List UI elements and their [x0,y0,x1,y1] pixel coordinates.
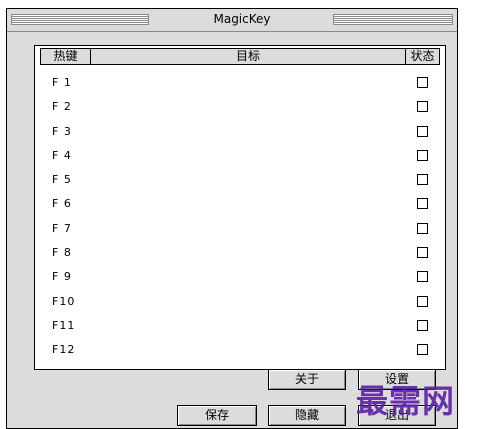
hotkey-label: F 8 [52,246,72,260]
header-target[interactable]: 目标 [91,49,406,64]
status-checkbox[interactable] [417,319,428,331]
hotkey-label: F 4 [52,148,72,162]
hotkey-list: 热键 目标 状态 F 1F 2F 3F 4F 5F 6F 7F 8F 9 F10 F… [34,45,446,370]
status-checkbox[interactable] [417,101,428,113]
status-checkbox[interactable] [417,174,428,186]
status-checkbox[interactable] [417,344,428,356]
table-row[interactable]: F 2 [35,96,445,120]
table-row[interactable]: F12 [35,339,445,363]
status-checkbox[interactable] [417,149,428,161]
status-checkbox[interactable] [417,295,428,307]
status-checkbox[interactable] [417,198,428,210]
header-status[interactable]: 状态 [406,49,439,64]
hotkey-label: F 9 [52,270,72,284]
table-row[interactable]: F 8 [35,242,445,266]
table-row[interactable]: F 6 [35,193,445,217]
watermark: 最需网 [356,382,456,420]
status-checkbox[interactable] [417,271,428,283]
table-row[interactable]: F 3 [35,121,445,145]
table-row[interactable]: F11 [35,315,445,339]
list-rows: F 1 F 2 F 3 F 4 F 5 F 6 F 7 F 8 F 9 F10 F11 F12 [35,72,445,364]
status-checkbox[interactable] [417,77,428,88]
hotkey-label: F11 [52,318,76,332]
status-checkbox[interactable] [417,125,428,137]
title-bar-stripes-right [333,14,453,25]
hotkey-label: F 7 [52,221,72,235]
hotkey-label: F10 [52,294,76,308]
window-title: MagicKey [213,12,271,26]
status-checkbox[interactable] [417,247,428,259]
about-button[interactable]: 关于 [268,369,346,390]
list-header: 热键 目标 状态 [40,48,440,65]
hotkey-label: F 1 [52,76,72,89]
hotkey-label: F 6 [52,197,72,211]
table-row[interactable]: F 4 [35,145,445,169]
table-row[interactable]: F 5 [35,169,445,193]
hotkey-label: F12 [52,343,76,357]
status-checkbox[interactable] [417,222,428,234]
table-row[interactable]: F 9 [35,266,445,290]
header-hotkey[interactable]: 热键 [41,49,91,64]
hotkey-label: F 5 [52,173,72,187]
save-button[interactable]: 保存 [177,405,257,426]
table-row[interactable]: F 1 [35,72,445,96]
hotkey-label: F 2 [52,100,72,114]
hotkey-label: F 3 [52,124,72,138]
hide-button[interactable]: 隐藏 [268,405,346,426]
title-bar-stripes-left [11,14,149,25]
title-bar[interactable]: MagicKey [7,9,457,32]
table-row[interactable]: F 7 [35,218,445,242]
table-row[interactable]: F10 [35,291,445,315]
